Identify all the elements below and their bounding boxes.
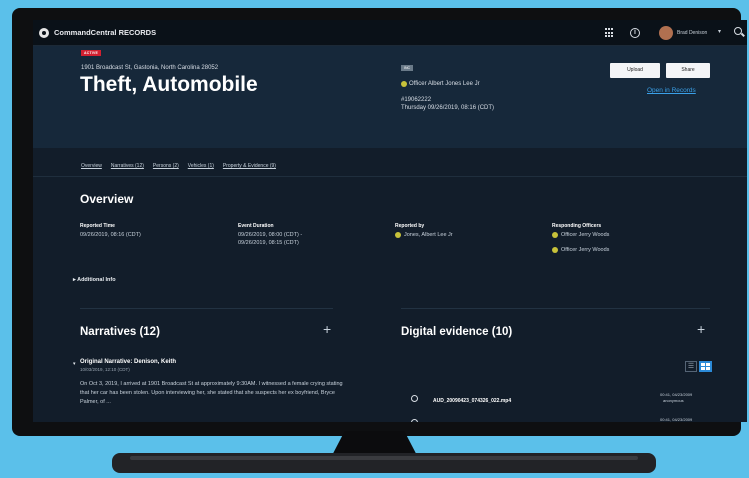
evidence-divider	[401, 308, 710, 309]
narrative-item-body: On Oct 3, 2019, I arrived at 1901 Broadc…	[80, 381, 343, 405]
responding-officer-name: Officer Jerry Woods	[561, 247, 610, 253]
event-duration-end: 09/26/2019, 08:15 (CDT)	[238, 240, 299, 246]
reported-by: Reported by Jones, Albert Lee Jr	[395, 223, 453, 239]
chevron-down-icon[interactable]: ▾	[718, 28, 721, 35]
view-toggle: ☰	[685, 361, 712, 372]
assigned-officer-name: Officer Albert Jones Lee Jr	[409, 81, 480, 87]
narrative-item-title[interactable]: Original Narrative: Denison, Keith	[80, 359, 176, 365]
app-logo-icon	[39, 28, 49, 38]
share-button[interactable]: Share	[666, 63, 710, 78]
responding-officers-label: Responding Officers	[552, 223, 602, 229]
responding-officer-item[interactable]: Officer Jerry Woods	[552, 246, 609, 254]
evidence-file-name[interactable]: AUD_20090423_074326_022.mp4	[433, 398, 511, 404]
reported-time-value: 09/26/2019, 08:16 (CDT)	[80, 232, 141, 238]
officer-status-icon	[552, 247, 558, 253]
status-badge: ACTIVE	[81, 50, 102, 56]
audio-file-icon	[411, 419, 418, 422]
reported-by-person[interactable]: Jones, Albert Lee Jr	[395, 231, 453, 239]
avatar[interactable]	[659, 26, 673, 40]
narrative-item-date: 10/03/2019, 12:10 (CDT)	[80, 367, 130, 372]
section-tabs: Overview Narratives (12) Persons (2) Veh…	[81, 163, 276, 169]
event-duration: Event Duration 09/26/2019, 08:00 (CDT) -…	[238, 223, 302, 247]
additional-info-label: Additional Info	[77, 277, 116, 283]
tab-narratives[interactable]: Narratives (12)	[111, 163, 144, 169]
reported-time: Reported Time 09/26/2019, 08:16 (CDT)	[80, 223, 141, 239]
upload-button[interactable]: Upload	[610, 63, 660, 78]
narratives-title: Narratives (12)	[80, 326, 160, 338]
responding-officers: Responding Officers Officer Jerry Woods …	[552, 223, 609, 254]
reported-time-label: Reported Time	[80, 223, 115, 229]
evidence-file-owner: anonymous	[663, 398, 684, 403]
reported-by-value: Jones, Albert Lee Jr	[404, 232, 453, 238]
evidence-file-time: 00:41, 04/23/2009	[660, 417, 693, 422]
overview-heading: Overview	[80, 192, 134, 206]
top-bar: CommandCentral RECORDS i Brad Denison ▾	[33, 20, 747, 46]
info-icon[interactable]: i	[630, 28, 640, 38]
incident-header	[33, 46, 747, 148]
grid-view-icon[interactable]	[699, 361, 712, 372]
responding-officer-item[interactable]: Officer Jerry Woods	[552, 231, 609, 239]
case-datetime: Thursday 09/26/2019, 08:16 (CDT)	[401, 105, 495, 111]
tabs-divider	[33, 176, 747, 177]
additional-info-toggle[interactable]: ▸ Additional Info	[73, 277, 116, 283]
monitor-stand-highlight	[130, 456, 638, 460]
monitor-frame: CommandCentral RECORDS i Brad Denison ▾ …	[12, 8, 747, 436]
list-view-icon[interactable]: ☰	[685, 361, 697, 372]
event-duration-start: 09/26/2019, 08:00 (CDT) -	[238, 232, 303, 238]
tab-persons[interactable]: Persons (2)	[153, 163, 179, 169]
user-name[interactable]: Brad Denison	[677, 30, 707, 36]
officer-status-icon	[552, 232, 558, 238]
tab-overview[interactable]: Overview	[81, 163, 102, 169]
app-title: CommandCentral RECORDS	[54, 28, 157, 37]
assigned-officer[interactable]: Officer Albert Jones Lee Jr	[401, 81, 480, 87]
add-narrative-button[interactable]: +	[323, 322, 331, 336]
open-in-records-link[interactable]: Open in Records	[647, 87, 696, 94]
event-duration-label: Event Duration	[238, 223, 274, 229]
case-number: #19062222	[401, 97, 432, 103]
app-screen: CommandCentral RECORDS i Brad Denison ▾ …	[33, 20, 747, 422]
search-icon[interactable]	[734, 27, 742, 35]
evidence-file-meta: 00:41, 04/23/2009 anonymous	[660, 392, 692, 404]
tab-vehicles[interactable]: Vehicles (1)	[188, 163, 214, 169]
add-evidence-button[interactable]: +	[697, 322, 705, 336]
digital-evidence-title: Digital evidence (10)	[401, 326, 513, 338]
app-grid-icon[interactable]	[605, 28, 615, 38]
reported-by-label: Reported by	[395, 223, 425, 229]
incident-address: 1901 Broadcast St, Gastonia, North Carol…	[81, 65, 219, 71]
officer-status-icon	[401, 81, 407, 87]
person-status-icon	[395, 232, 401, 238]
responding-officer-name: Officer Jerry Woods	[561, 232, 610, 238]
audio-file-icon	[411, 395, 418, 402]
narratives-divider	[80, 308, 333, 309]
tab-property-evidence[interactable]: Property & Evidence (9)	[223, 163, 276, 169]
type-badge: INC	[401, 65, 414, 71]
chevron-down-icon[interactable]: ▾	[73, 361, 76, 367]
page-title: Theft, Automobile	[80, 73, 258, 96]
